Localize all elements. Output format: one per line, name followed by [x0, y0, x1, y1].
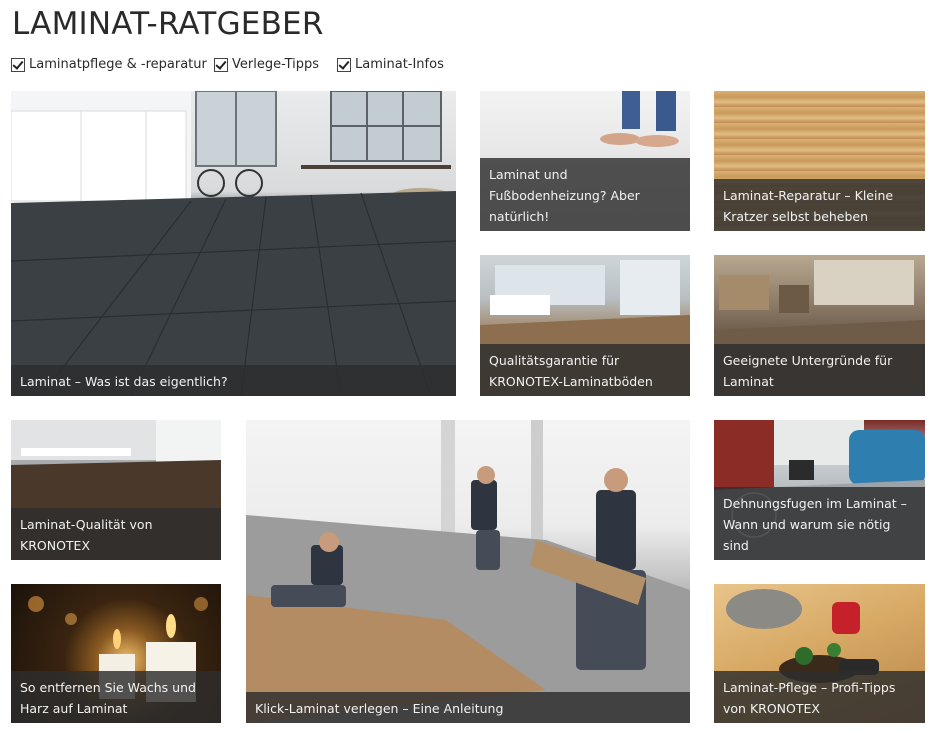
article-tile-repair-scratches[interactable]: Laminat-Reparatur – Kleine Kratzer selbs…	[714, 91, 925, 231]
filter-label: Verlege-Tipps	[232, 57, 320, 72]
tile-caption: Klick-Laminat verlegen – Eine Anleitung	[246, 692, 690, 723]
filter-label: Laminat-Infos	[355, 57, 444, 72]
category-filters: Laminatpflege & -reparatur Verlege-Tipps…	[11, 57, 611, 77]
tile-caption: Laminat-Qualität von KRONOTEX	[11, 508, 221, 560]
kitchen-floor-image	[11, 91, 456, 396]
workers-laying-floor-image	[246, 420, 690, 723]
filter-label: Laminatpflege & -reparatur	[29, 57, 207, 72]
filter-laying-tips[interactable]: Verlege-Tipps	[214, 57, 319, 72]
tile-caption: Laminat – Was ist das eigentlich?	[11, 365, 456, 396]
article-tile-underfloor-heating[interactable]: Laminat und Fußbodenheizung? Aber natürl…	[480, 91, 690, 231]
article-tile-suitable-subfloors[interactable]: Geeignete Untergründe für Laminat	[714, 255, 925, 396]
page-title: LAMINAT-RATGEBER	[12, 6, 324, 42]
article-tile-click-laminate-guide[interactable]: Klick-Laminat verlegen – Eine Anleitung	[246, 420, 690, 723]
tile-caption: Laminat-Pflege – Profi-Tipps von KRONOTE…	[714, 671, 925, 723]
checkbox-checked-icon[interactable]	[11, 57, 25, 72]
article-tile-care-tips[interactable]: Laminat-Pflege – Profi-Tipps von KRONOTE…	[714, 584, 925, 723]
article-tile-expansion-joints[interactable]: Dehnungsfugen im Laminat – Wann und waru…	[714, 420, 925, 560]
article-tile-quality-guarantee[interactable]: Qualitätsgarantie für KRONOTEX-Laminatbö…	[480, 255, 690, 396]
filter-laminate-info[interactable]: Laminat-Infos	[337, 57, 444, 72]
tile-caption: Laminat-Reparatur – Kleine Kratzer selbs…	[714, 179, 925, 231]
tile-caption: Laminat und Fußbodenheizung? Aber natürl…	[480, 158, 690, 231]
checkbox-checked-icon[interactable]	[214, 57, 228, 72]
article-tile-kronotex-quality[interactable]: Laminat-Qualität von KRONOTEX	[11, 420, 221, 560]
article-tile-remove-wax-resin[interactable]: So entfernen Sie Wachs und Harz auf Lami…	[11, 584, 221, 723]
tile-caption: So entfernen Sie Wachs und Harz auf Lami…	[11, 671, 221, 723]
checkbox-checked-icon[interactable]	[337, 57, 351, 72]
article-tile-what-is-laminate[interactable]: Laminat – Was ist das eigentlich?	[11, 91, 456, 396]
tile-caption: Dehnungsfugen im Laminat – Wann und waru…	[714, 487, 925, 560]
tile-caption: Geeignete Untergründe für Laminat	[714, 344, 925, 396]
tile-caption: Qualitätsgarantie für KRONOTEX-Laminatbö…	[480, 344, 690, 396]
filter-care-repair[interactable]: Laminatpflege & -reparatur	[11, 57, 207, 72]
